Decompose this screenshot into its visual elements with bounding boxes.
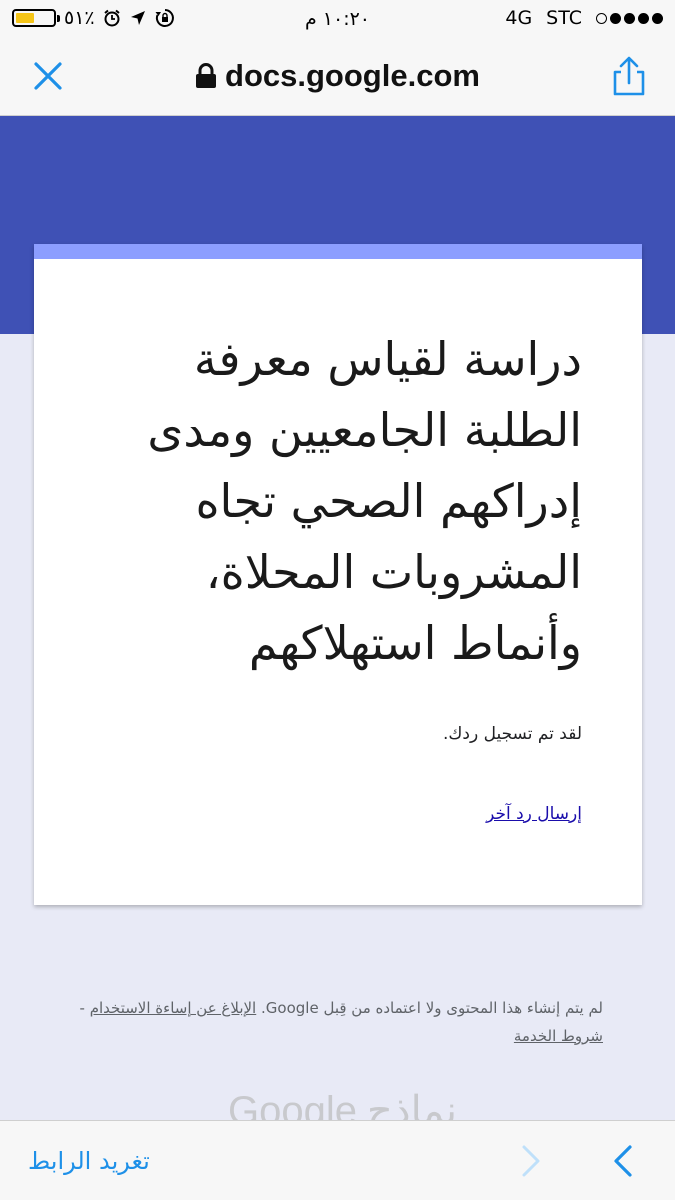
status-right-group: 4G STC xyxy=(505,7,663,29)
report-abuse-link[interactable]: الإبلاغ عن إساءة الاستخدام xyxy=(90,999,257,1017)
signal-dot xyxy=(596,12,607,24)
url-text: docs.google.com xyxy=(225,58,480,93)
signal-dot xyxy=(638,12,649,24)
footer-disclaimer-text: لم يتم إنشاء هذا المحتوى ولا اعتماده من … xyxy=(261,999,603,1017)
share-icon[interactable] xyxy=(607,54,651,98)
logo-google-word: Google xyxy=(228,1089,357,1122)
browser-url-bar: docs.google.com xyxy=(0,38,675,116)
footer-separator: - xyxy=(79,999,85,1017)
confirmation-message: لقد تم تسجيل ردك. xyxy=(442,724,582,744)
tweet-link-button[interactable]: تغريد الرابط xyxy=(28,1147,150,1175)
status-bar: ٥١٪ ١٠:٢٠ م 4G STC xyxy=(0,0,675,38)
chevron-right-icon[interactable] xyxy=(512,1141,548,1181)
google-forms-logo[interactable]: Google نماذج xyxy=(228,1088,528,1122)
terms-of-service-link[interactable]: شروط الخدمة xyxy=(514,1027,603,1045)
lock-icon xyxy=(196,63,217,88)
carrier-name: STC xyxy=(546,7,582,29)
signal-dot xyxy=(610,12,621,24)
signal-dot xyxy=(624,12,635,24)
footer-disclaimer: لم يتم إنشاء هذا المحتوى ولا اعتماده من … xyxy=(63,994,604,1050)
submit-another-response-link[interactable]: إرسال رد آخر xyxy=(486,804,582,824)
url-display[interactable]: docs.google.com xyxy=(0,58,675,94)
form-card: دراسة لقياس معرفة الطلبة الجامعيين ومدى … xyxy=(34,244,642,905)
signal-strength-icon xyxy=(596,12,663,24)
logo-forms-word: نماذج xyxy=(366,1089,458,1122)
card-accent-bar xyxy=(34,244,642,259)
network-type: 4G xyxy=(505,7,533,29)
form-title: دراسة لقياس معرفة الطلبة الجامعيين ومدى … xyxy=(147,332,582,670)
browser-bottom-toolbar: تغريد الرابط xyxy=(0,1120,675,1200)
signal-dot xyxy=(652,12,663,24)
chevron-left-icon[interactable] xyxy=(606,1141,642,1181)
